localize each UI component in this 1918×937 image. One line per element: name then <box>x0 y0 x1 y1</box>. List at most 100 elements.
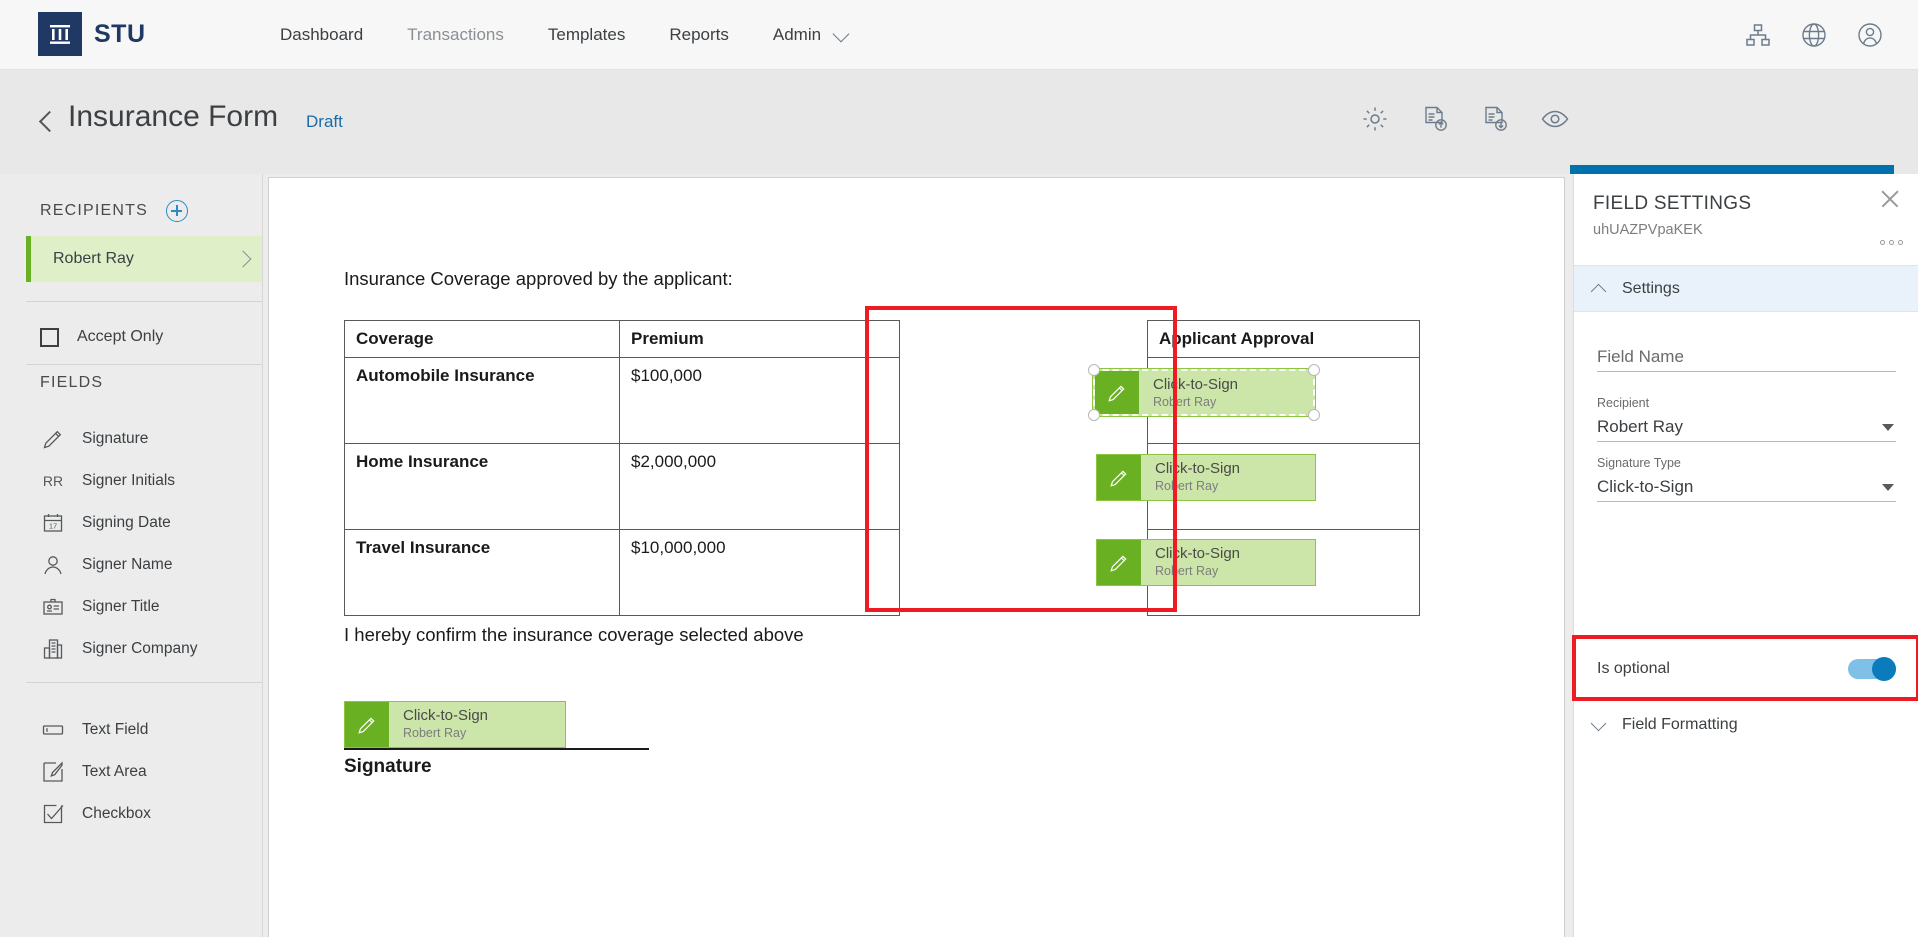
brand-logo[interactable]: STU <box>38 12 146 56</box>
signature-field-chip-selected[interactable]: Click-to-Sign Robert Ray <box>1088 364 1320 421</box>
subheader-icon-group <box>1360 104 1570 134</box>
cell-coverage: Automobile Insurance <box>344 357 620 444</box>
sidebar-item-recipient-robert-ray[interactable]: Robert Ray <box>26 236 262 282</box>
top-nav-icon-group <box>1744 0 1884 70</box>
checkbox-check-icon <box>38 802 68 826</box>
chevron-up-icon <box>1592 282 1606 296</box>
sidebar-item-signing-date[interactable]: 17 Signing Date <box>26 502 262 544</box>
chip-body: Click-to-Sign Robert Ray <box>1141 455 1240 500</box>
resize-handle-top-right[interactable] <box>1308 364 1320 376</box>
divider <box>26 682 262 683</box>
eye-preview-icon[interactable] <box>1540 104 1570 134</box>
divider <box>26 301 262 302</box>
id-badge-icon <box>38 595 68 619</box>
chip-recipient: Robert Ray <box>1153 395 1217 409</box>
resize-handle-bottom-left[interactable] <box>1088 409 1100 421</box>
sidebar-item-signature[interactable]: Signature <box>26 418 262 460</box>
field-name-group <box>1597 342 1896 372</box>
bank-column-logo-icon <box>38 12 82 56</box>
left-sidebar: RECIPIENTS Robert Ray Accept Only FIELDS… <box>0 174 263 937</box>
recipients-label: RECIPIENTS <box>40 202 149 219</box>
nav-link-admin[interactable]: Admin <box>751 0 872 70</box>
document-page[interactable]: Insurance Coverage approved by the appli… <box>268 177 1565 937</box>
table-header-row: Coverage Premium Applicant Approval <box>344 320 1420 358</box>
field-id: uhUAZPVpaKEK <box>1593 222 1703 238</box>
recipient-group: Recipient Robert Ray <box>1597 396 1896 442</box>
signature-type-select[interactable]: Click-to-Sign <box>1597 472 1896 502</box>
chip-recipient: Robert Ray <box>403 726 467 740</box>
field-settings-title: FIELD SETTINGS <box>1593 193 1752 214</box>
table-spacer-cell <box>900 321 1148 358</box>
checkbox-square-icon[interactable] <box>40 327 59 347</box>
back-chevron-icon[interactable] <box>38 110 58 134</box>
sidebar-item-text-area[interactable]: Text Area <box>26 751 262 793</box>
close-icon[interactable] <box>1879 188 1901 210</box>
plus-circle-icon[interactable] <box>166 200 189 222</box>
more-options-icon[interactable] <box>1880 240 1903 245</box>
text-field-icon <box>38 718 68 742</box>
sidebar-item-signer-title[interactable]: Signer Title <box>26 586 262 628</box>
resize-handle-top-left[interactable] <box>1088 364 1100 376</box>
recipients-header: RECIPIENTS <box>40 200 189 222</box>
svg-text:17: 17 <box>49 521 57 530</box>
user-account-icon[interactable] <box>1856 21 1884 49</box>
accept-only-checkbox-row[interactable]: Accept Only <box>26 314 262 360</box>
chevron-down-icon <box>1882 424 1894 431</box>
is-optional-row[interactable]: Is optional <box>1574 642 1918 696</box>
cell-coverage: Travel Insurance <box>344 529 620 616</box>
office-building-icon <box>38 637 68 661</box>
sidebar-item-label: Signer Title <box>82 598 160 615</box>
sidebar-item-label: Text Area <box>82 763 147 780</box>
chevron-down-icon <box>834 27 850 43</box>
toggle-knob <box>1872 657 1896 681</box>
is-optional-toggle[interactable] <box>1848 657 1896 681</box>
divider <box>26 364 262 365</box>
sidebar-item-text-field[interactable]: Text Field <box>26 709 262 751</box>
recipient-select[interactable]: Robert Ray <box>1597 412 1896 442</box>
cell-premium: $2,000,000 <box>619 443 900 530</box>
signature-field-chip[interactable]: Click-to-Sign Robert Ray <box>1096 454 1316 501</box>
gear-icon[interactable] <box>1360 104 1390 134</box>
sidebar-item-signer-name[interactable]: Signer Name <box>26 544 262 586</box>
brand-text: STU <box>94 19 146 48</box>
nav-link-templates[interactable]: Templates <box>526 0 647 70</box>
pen-signature-icon <box>1097 540 1141 585</box>
sidebar-item-label: Signature <box>82 430 149 447</box>
document-upload-icon[interactable] <box>1420 104 1450 134</box>
document-download-icon[interactable] <box>1480 104 1510 134</box>
column-header-coverage: Coverage <box>344 320 620 358</box>
fields-label: FIELDS <box>40 374 104 391</box>
cell-premium: $100,000 <box>619 357 900 444</box>
document-confirm-text: I hereby confirm the insurance coverage … <box>344 624 804 645</box>
nav-link-reports[interactable]: Reports <box>647 0 751 70</box>
sidebar-item-checkbox[interactable]: Checkbox <box>26 793 262 835</box>
sidebar-item-signer-company[interactable]: Signer Company <box>26 628 262 670</box>
signature-type-group: Signature Type Click-to-Sign <box>1597 456 1896 502</box>
document-canvas[interactable]: Insurance Coverage approved by the appli… <box>263 174 1573 937</box>
sidebar-item-label: Signer Company <box>82 640 198 657</box>
chip-recipient: Robert Ray <box>1155 564 1219 578</box>
chip-recipient: Robert Ray <box>1155 479 1219 493</box>
globe-icon[interactable] <box>1800 21 1828 49</box>
field-formatting-section-toggle[interactable]: Field Formatting <box>1574 700 1918 748</box>
sidebar-item-signer-initials[interactable]: RR Signer Initials <box>26 460 262 502</box>
cell-coverage: Home Insurance <box>344 443 620 530</box>
document-intro-text: Insurance Coverage approved by the appli… <box>344 268 733 289</box>
field-settings-header: FIELD SETTINGS uhUAZPVpaKEK <box>1574 174 1918 265</box>
sidebar-item-label: Signer Name <box>82 556 173 573</box>
org-chart-icon[interactable] <box>1744 21 1772 49</box>
chip-body: Click-to-Sign Robert Ray <box>389 702 488 747</box>
signature-field-chip[interactable]: Click-to-Sign Robert Ray <box>1096 539 1316 586</box>
chip-body: Click-to-Sign Robert Ray <box>1139 371 1238 414</box>
chevron-down-icon <box>1882 484 1894 491</box>
settings-section-toggle[interactable]: Settings <box>1574 265 1918 312</box>
resize-handle-bottom-right[interactable] <box>1308 409 1320 421</box>
nav-link-transactions[interactable]: Transactions <box>385 0 526 70</box>
accept-only-label: Accept Only <box>77 328 164 345</box>
text-area-icon <box>38 760 68 784</box>
pen-signature-icon <box>38 427 68 451</box>
chip-body: Click-to-Sign Robert Ray <box>1141 540 1240 585</box>
field-name-input[interactable] <box>1597 342 1896 372</box>
nav-link-dashboard[interactable]: Dashboard <box>258 0 385 70</box>
signature-field-chip[interactable]: Click-to-Sign Robert Ray <box>344 701 566 748</box>
